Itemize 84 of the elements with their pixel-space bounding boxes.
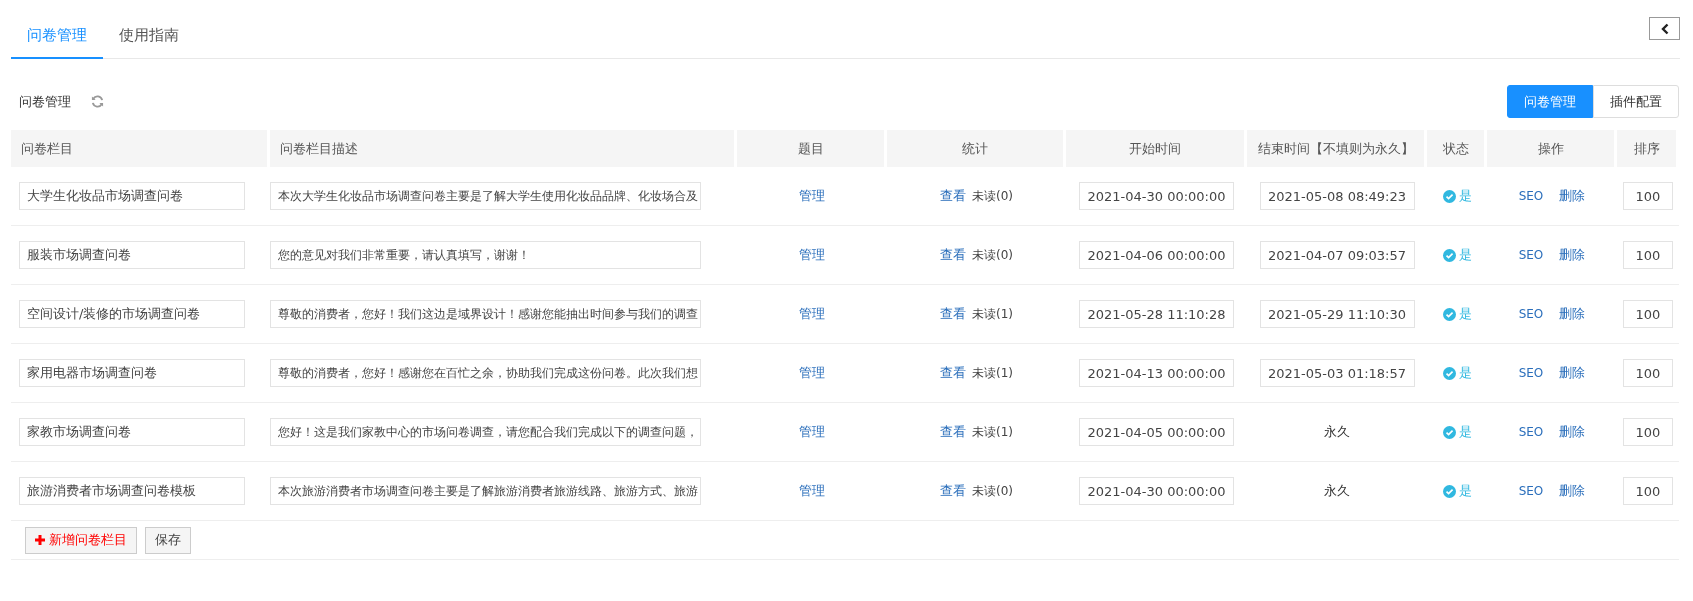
seo-link[interactable]: SEO bbox=[1518, 484, 1544, 498]
name-field[interactable]: 家教市场调查问卷 bbox=[19, 418, 245, 446]
status-label: 是 bbox=[1458, 305, 1472, 323]
unread-count: 未读(1) bbox=[972, 305, 1013, 323]
end-time-text: 永久 bbox=[1324, 482, 1350, 500]
tab[interactable]: 使用指南 bbox=[103, 26, 195, 59]
unread-count: 未读(0) bbox=[972, 246, 1013, 264]
name-field[interactable]: 空间设计/装修的市场调查问卷 bbox=[19, 300, 245, 328]
description-field[interactable]: 您好！这是我们家教中心的市场问卷调查，请您配合我们完成以下的调查问题， bbox=[270, 418, 701, 446]
name-field[interactable]: 大学生化妆品市场调查问卷 bbox=[19, 182, 245, 210]
delete-link[interactable]: 删除 bbox=[1559, 305, 1586, 323]
view-link[interactable]: 查看 bbox=[940, 187, 966, 205]
manage-link[interactable]: 管理 bbox=[799, 305, 825, 323]
status-label: 是 bbox=[1458, 423, 1472, 441]
plus-icon bbox=[35, 535, 45, 545]
delete-link[interactable]: 删除 bbox=[1559, 482, 1586, 500]
status-label: 是 bbox=[1458, 482, 1472, 500]
view-link[interactable]: 查看 bbox=[940, 246, 966, 264]
view-link[interactable]: 查看 bbox=[940, 423, 966, 441]
description-field[interactable]: 尊敬的消费者，您好！我们这边是域界设计！感谢您能抽出时间参与我们的调查 bbox=[270, 300, 701, 328]
panel-title: 问卷管理 bbox=[19, 92, 71, 111]
view-link[interactable]: 查看 bbox=[940, 482, 966, 500]
save-button[interactable]: 保存 bbox=[145, 526, 191, 554]
view-link[interactable]: 查看 bbox=[940, 305, 966, 323]
description-field[interactable]: 尊敬的消费者，您好！感谢您在百忙之余，协助我们完成这份问卷。此次我们想 bbox=[270, 359, 701, 387]
unread-count: 未读(1) bbox=[972, 364, 1013, 382]
seo-link[interactable]: SEO bbox=[1518, 189, 1544, 203]
name-field[interactable]: 旅游消费者市场调查问卷模板 bbox=[19, 477, 245, 505]
manage-link[interactable]: 管理 bbox=[799, 364, 825, 382]
refresh-icon[interactable] bbox=[91, 95, 104, 108]
name-field[interactable]: 家用电器市场调查问卷 bbox=[19, 359, 245, 387]
column-header: 开始时间 bbox=[1066, 130, 1244, 167]
delete-link[interactable]: 删除 bbox=[1559, 423, 1586, 441]
start-time-field[interactable]: 2021-04-05 00:00:00 bbox=[1079, 418, 1234, 446]
unread-count: 未读(0) bbox=[972, 187, 1013, 205]
collapse-button[interactable] bbox=[1649, 17, 1680, 40]
order-field[interactable]: 100 bbox=[1623, 300, 1673, 328]
description-field[interactable]: 本次旅游消费者市场调查问卷主要是了解旅游消费者旅游线路、旅游方式、旅游 bbox=[270, 477, 701, 505]
column-header: 结束时间【不填则为永久】 bbox=[1247, 130, 1424, 167]
column-header: 题目 bbox=[737, 130, 884, 167]
unread-count: 未读(1) bbox=[972, 423, 1013, 441]
order-field[interactable]: 100 bbox=[1623, 182, 1673, 210]
seo-link[interactable]: SEO bbox=[1518, 425, 1544, 439]
chevron-left-icon bbox=[1660, 22, 1669, 35]
order-field[interactable]: 100 bbox=[1623, 418, 1673, 446]
column-header: 问卷栏目 bbox=[11, 130, 267, 167]
start-time-field[interactable]: 2021-04-06 00:00:00 bbox=[1079, 241, 1234, 269]
manage-link[interactable]: 管理 bbox=[799, 482, 825, 500]
seo-link[interactable]: SEO bbox=[1518, 248, 1544, 262]
end-time-field[interactable]: 2021-04-07 09:03:57 bbox=[1259, 241, 1415, 269]
manage-link[interactable]: 管理 bbox=[799, 423, 825, 441]
manage-link[interactable]: 管理 bbox=[799, 246, 825, 264]
view-toggle-button[interactable]: 插件配置 bbox=[1593, 85, 1679, 118]
end-time-field[interactable]: 2021-05-29 11:10:30 bbox=[1259, 300, 1415, 328]
unread-count: 未读(0) bbox=[972, 482, 1013, 500]
end-time-field[interactable]: 2021-05-08 08:49:23 bbox=[1259, 182, 1415, 210]
column-header: 统计 bbox=[887, 130, 1063, 167]
end-time-field[interactable]: 2021-05-03 01:18:57 bbox=[1259, 359, 1415, 387]
status-label: 是 bbox=[1458, 246, 1472, 264]
order-field[interactable]: 100 bbox=[1623, 241, 1673, 269]
column-header: 问卷栏目描述 bbox=[270, 130, 734, 167]
description-field[interactable]: 本次大学生化妆品市场调查问卷主要是了解大学生使用化妆品品牌、化妆场合及 bbox=[270, 182, 701, 210]
order-field[interactable]: 100 bbox=[1623, 477, 1673, 505]
column-header: 排序 bbox=[1617, 130, 1676, 167]
column-header: 状态 bbox=[1427, 130, 1484, 167]
seo-link[interactable]: SEO bbox=[1518, 366, 1544, 380]
start-time-field[interactable]: 2021-04-30 00:00:00 bbox=[1079, 182, 1234, 210]
delete-link[interactable]: 删除 bbox=[1559, 364, 1586, 382]
seo-link[interactable]: SEO bbox=[1518, 307, 1544, 321]
delete-link[interactable]: 删除 bbox=[1559, 246, 1586, 264]
end-time-text: 永久 bbox=[1324, 423, 1350, 441]
add-column-button[interactable]: 新增问卷栏目 bbox=[25, 526, 137, 554]
status-label: 是 bbox=[1458, 364, 1472, 382]
manage-link[interactable]: 管理 bbox=[799, 187, 825, 205]
order-field[interactable]: 100 bbox=[1623, 359, 1673, 387]
start-time-field[interactable]: 2021-04-30 00:00:00 bbox=[1079, 477, 1234, 505]
delete-link[interactable]: 删除 bbox=[1559, 187, 1586, 205]
status-label: 是 bbox=[1458, 187, 1472, 205]
name-field[interactable]: 服装市场调查问卷 bbox=[19, 241, 245, 269]
start-time-field[interactable]: 2021-05-28 11:10:28 bbox=[1079, 300, 1234, 328]
column-header: 操作 bbox=[1487, 130, 1614, 167]
start-time-field[interactable]: 2021-04-13 00:00:00 bbox=[1079, 359, 1234, 387]
view-link[interactable]: 查看 bbox=[940, 364, 966, 382]
description-field[interactable]: 您的意见对我们非常重要，请认真填写，谢谢！ bbox=[270, 241, 701, 269]
